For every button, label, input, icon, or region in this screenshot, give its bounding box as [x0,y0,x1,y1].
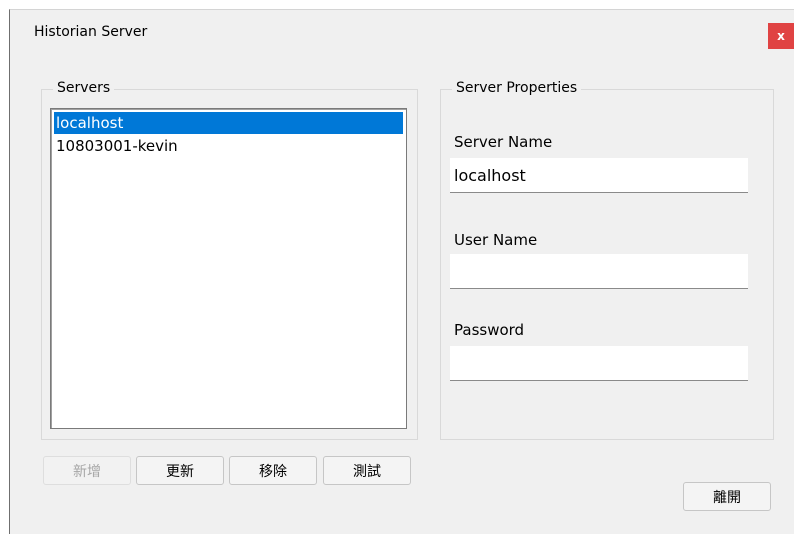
user-name-label: User Name [454,231,538,249]
add-button[interactable]: 新增 [43,456,131,485]
user-name-field[interactable] [450,254,748,289]
remove-button[interactable]: 移除 [229,456,317,485]
password-field[interactable] [450,346,748,381]
password-label: Password [454,321,525,339]
update-button[interactable]: 更新 [136,456,224,485]
title-bar: Historian Server x [10,10,794,62]
leave-button[interactable]: 離開 [683,482,771,511]
server-properties-group-legend: Server Properties [452,80,582,96]
server-name-field[interactable]: localhost [450,158,748,193]
test-button[interactable]: 測試 [323,456,411,485]
servers-listbox[interactable]: localhost 10803001-kevin [50,108,407,429]
servers-group-legend: Servers [53,80,115,96]
list-item-localhost[interactable]: localhost [54,112,403,134]
historian-server-dialog: Historian Server x Servers localhost 108… [9,9,794,534]
server-name-label: Server Name [454,133,553,151]
list-item-10803001-kevin[interactable]: 10803001-kevin [54,135,403,157]
close-button[interactable]: x [768,23,794,49]
window-title: Historian Server [34,24,148,40]
